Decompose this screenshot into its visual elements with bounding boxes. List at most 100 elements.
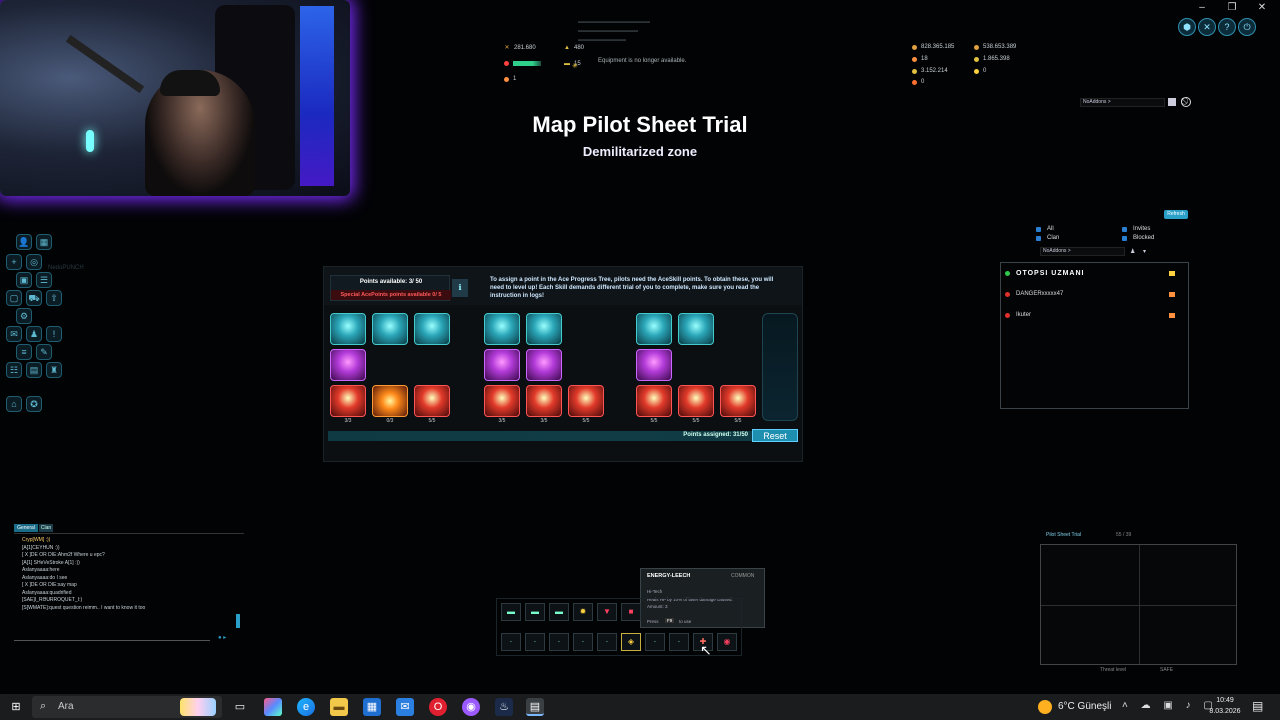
skill-icon[interactable] [414,313,450,345]
slot-laser-icon[interactable]: ▬ [549,603,569,621]
addons-field[interactable]: NoAddons > [1080,98,1165,107]
folder-icon[interactable] [1168,98,1176,106]
mail-icon[interactable]: ✉ [396,698,414,716]
list-icon[interactable]: ☰ [36,272,52,288]
game-client-icon[interactable]: ▤ [526,698,544,716]
friend-row[interactable]: Ikuter [1005,312,1031,318]
filter-invites[interactable]: Invites [1122,226,1150,232]
skill-icon[interactable] [678,385,714,417]
notification-icon[interactable]: ▤ [1252,699,1263,713]
friend-search-input[interactable]: NoAddons > [1040,247,1125,256]
weather-sun-icon[interactable] [1038,700,1052,714]
hex-power-icon[interactable]: ⏻ [1238,18,1256,36]
slot-rocket-icon[interactable]: ◉ [717,633,737,651]
opera-icon[interactable]: O [429,698,447,716]
skill-icon[interactable] [414,385,450,417]
slot-mine-icon[interactable]: ✹ [573,603,593,621]
edge-icon[interactable]: e [297,698,315,716]
skill-icon[interactable] [330,313,366,345]
sort-icon[interactable]: ▾ [1143,248,1146,255]
skill-icon[interactable] [484,313,520,345]
file-explorer-icon[interactable]: ▬ [330,698,348,716]
skill-icon[interactable] [720,385,756,417]
friend-row[interactable]: OTOPSI UZMANI [1005,270,1084,277]
skill-icon[interactable] [372,385,408,417]
home-icon[interactable]: ⌂ [6,396,22,412]
gear-icon[interactable]: ⚙ [16,308,32,324]
slot-empty[interactable]: · [501,633,521,651]
pilot-icon[interactable]: ✪ [26,396,42,412]
weather-text[interactable]: 6°C Güneşli [1058,701,1111,712]
block-icon[interactable]: ⃠ [1181,97,1191,107]
slot-laser-icon[interactable]: ▬ [525,603,545,621]
task-view-icon[interactable]: ▭ [231,698,249,716]
doc-icon[interactable]: ▤ [26,362,42,378]
skill-icon[interactable] [568,385,604,417]
box-icon[interactable]: ▢ [6,290,22,306]
friend-row[interactable]: DANGERxxxxx47 [1005,291,1063,297]
skill-icon[interactable] [484,385,520,417]
map-icon[interactable]: ▣ [16,272,32,288]
discord-icon[interactable]: ◉ [462,698,480,716]
user-icon[interactable]: 👤 [16,234,32,250]
skill-icon[interactable] [330,385,366,417]
skill-icon[interactable] [636,313,672,345]
chat-scrollbar[interactable] [236,614,240,628]
skill-icon[interactable] [526,385,562,417]
slot-tech-icon[interactable]: ◈ [621,633,641,651]
clan-icon[interactable]: ♜ [46,362,62,378]
slot-rocket-icon[interactable]: ▼ [597,603,617,621]
restore-button[interactable]: ❐ [1226,2,1238,14]
close-button[interactable]: ✕ [1256,2,1268,14]
slot-empty[interactable]: · [549,633,569,651]
reset-button[interactable]: Reset [752,429,798,442]
grid-icon[interactable]: ▦ [36,234,52,250]
chat-tab-general[interactable]: General [14,524,38,532]
skill-icon[interactable] [526,313,562,345]
slot-empty[interactable]: · [525,633,545,651]
person-icon[interactable]: ♟ [26,326,42,342]
slot-empty[interactable]: · [573,633,593,651]
edit-icon[interactable]: ✎ [36,344,52,360]
filter-all[interactable]: All [1036,226,1054,232]
copilot-icon[interactable] [264,698,282,716]
skill-icon[interactable] [636,349,672,381]
message-icon[interactable] [1169,271,1175,276]
cart-icon[interactable]: ⛟ [26,290,42,306]
slot-laser-icon[interactable]: ▬ [501,603,521,621]
slot-empty[interactable]: · [669,633,689,651]
minimize-button[interactable]: – [1196,2,1208,14]
taskbar-search[interactable]: ⌕ Ara [32,696,222,718]
clock-time[interactable]: 10:49 [1207,697,1243,704]
hex-help-icon[interactable]: ? [1218,18,1236,36]
hex-settings-icon[interactable]: ⬢ [1178,18,1196,36]
clock-date[interactable]: 8.03.2026 [1201,708,1249,715]
skill-icon[interactable] [526,349,562,381]
info-icon[interactable]: ℹ [452,279,468,297]
filter-blocked[interactable]: Blocked [1122,235,1154,241]
add-friend-icon[interactable]: ♟ [1130,248,1135,255]
chat-tab-clan[interactable]: Clan [39,524,53,532]
alert-icon[interactable]: ! [46,326,62,342]
windows-start-icon[interactable]: ⊞ [7,698,25,716]
message-icon[interactable] [1169,292,1175,297]
send-icon[interactable]: ● ▸ [218,634,226,641]
skill-icon[interactable] [372,313,408,345]
message-icon[interactable] [1169,313,1175,318]
target-icon[interactable]: ◎ [26,254,42,270]
menu-icon[interactable]: ≡ [16,344,32,360]
refresh-button[interactable]: Refresh [1164,210,1188,219]
slot-rocket-icon[interactable]: ■ [621,603,641,621]
slot-empty[interactable]: · [597,633,617,651]
hex-tools-icon[interactable]: ✕ [1198,18,1216,36]
plus-icon[interactable]: + [6,254,22,270]
store-icon[interactable]: ▦ [363,698,381,716]
skill-icon[interactable] [678,313,714,345]
up-icon[interactable]: ⇧ [46,290,62,306]
chat-icon[interactable]: ✉ [6,326,22,342]
steam-icon[interactable]: ♨ [495,698,513,716]
skill-icon[interactable] [484,349,520,381]
slot-empty[interactable]: · [645,633,665,651]
minimap[interactable] [1040,544,1237,665]
skill-icon[interactable] [636,385,672,417]
